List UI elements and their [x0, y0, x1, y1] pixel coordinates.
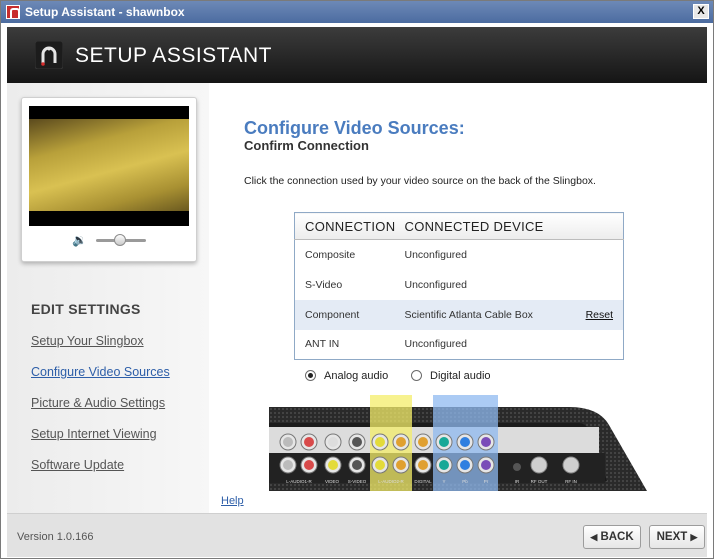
left-panel: 🔉 EDIT SETTINGS Setup Your Slingbox Conf… [7, 83, 209, 513]
table-row-component[interactable]: Component Scientific Atlanta Cable Box R… [294, 299, 624, 330]
port-label: L-AUDIO2-R [378, 479, 404, 484]
connection-cell: Component [294, 299, 405, 330]
video-screen [29, 106, 189, 226]
port-bottom-9[interactable] [481, 460, 491, 470]
port-top-4[interactable] [375, 437, 385, 447]
table-row-composite[interactable]: Composite Unconfigured [295, 240, 624, 270]
nav-picture-audio-settings[interactable]: Picture & Audio Settings [31, 396, 165, 410]
setup-assistant-window: Setup Assistant - shawnbox X SETUP ASSIS… [0, 0, 714, 559]
nav-configure-video-sources[interactable]: Configure Video Sources [31, 365, 170, 379]
port-label: L-AUDIO1-R [286, 479, 312, 484]
port-top-3[interactable] [352, 437, 362, 447]
port-bottom-6[interactable] [418, 460, 428, 470]
device-cell: Unconfigured [404, 338, 467, 351]
port-bottom-0[interactable] [283, 460, 293, 470]
version-label: Version 1.0.166 [17, 531, 94, 543]
port-top-5[interactable] [396, 437, 406, 447]
back-button-label: BACK [600, 531, 634, 543]
column-header-connection: CONNECTION [294, 212, 405, 240]
port-bottom-2[interactable] [328, 460, 338, 470]
table-header-row: CONNECTION CONNECTED DEVICE [294, 212, 624, 240]
video-preview: 🔉 [21, 97, 197, 262]
table-row-ant-in[interactable]: ANT IN Unconfigured [295, 330, 624, 360]
help-link[interactable]: Help [221, 495, 244, 507]
rf-out-port[interactable] [530, 456, 548, 474]
volume-slider-knob[interactable] [114, 234, 126, 246]
port-labels: L-AUDIO1-R VIDEO S-VIDEO L-AUDIO2-R DIGITAL Y… [286, 479, 577, 484]
port-label: VIDEO [325, 479, 340, 484]
port-top-2[interactable] [328, 437, 338, 447]
back-button[interactable]: ◀ BACK [583, 525, 641, 549]
connection-cell: S-Video [305, 278, 343, 291]
next-button[interactable]: NEXT ▶ [649, 525, 705, 549]
speaker-icon[interactable]: 🔉 [72, 234, 87, 246]
port-top-8[interactable] [460, 437, 470, 447]
device-cell: Unconfigured [404, 248, 467, 261]
port-label: IR [515, 479, 520, 484]
port-top-1[interactable] [304, 437, 314, 447]
nav-setup-internet-viewing[interactable]: Setup Internet Viewing [31, 427, 157, 441]
video-frame [29, 119, 189, 211]
port-bottom-3[interactable] [352, 460, 362, 470]
port-label: Y [442, 479, 445, 484]
port-top-7[interactable] [439, 437, 449, 447]
slingbox-app-icon [6, 5, 20, 19]
nav-setup-your-slingbox[interactable]: Setup Your Slingbox [31, 334, 144, 348]
digital-audio-label: Digital audio [430, 370, 491, 382]
column-header-connected-device: CONNECTED DEVICE [404, 212, 624, 240]
rf-in-port[interactable] [562, 456, 580, 474]
action-cell [564, 240, 624, 270]
action-cell [564, 330, 624, 360]
instruction-text: Click the connection used by your video … [244, 175, 596, 187]
port-label: RF IN [565, 479, 577, 484]
connection-cell: ANT IN [305, 338, 340, 351]
digital-audio-radio[interactable] [411, 370, 422, 381]
port-bottom-4[interactable] [375, 460, 385, 470]
action-cell [564, 270, 624, 300]
port-top-9[interactable] [481, 437, 491, 447]
page-title: Configure Video Sources: [244, 118, 465, 138]
port-label: DIGITAL [414, 479, 432, 484]
footer: Version 1.0.166 ◀ BACK NEXT ▶ [7, 513, 707, 557]
port-label: RF OUT [531, 479, 548, 484]
close-button[interactable]: X [693, 4, 709, 19]
port-label: Pr [484, 479, 489, 484]
port-label: S-VIDEO [348, 479, 367, 484]
analog-audio-radio[interactable] [305, 370, 316, 381]
port-bottom-7[interactable] [439, 460, 449, 470]
next-button-label: NEXT [656, 531, 688, 543]
port-label: Pb [462, 479, 468, 484]
port-top-6[interactable] [418, 437, 428, 447]
connection-cell: Composite [305, 248, 356, 261]
slingbox-back-panel: L-AUDIO1-R VIDEO S-VIDEO L-AUDIO2-R DIGITAL Y… [269, 395, 647, 491]
device-cell: Scientific Atlanta Cable Box [404, 299, 564, 330]
ir-port[interactable] [513, 463, 521, 471]
header-banner: SETUP ASSISTANT [7, 27, 707, 83]
window-title: Setup Assistant - shawnbox [25, 5, 185, 19]
edit-settings-heading: EDIT SETTINGS [31, 301, 141, 317]
analog-audio-label: Analog audio [324, 370, 389, 382]
port-top-0[interactable] [283, 437, 293, 447]
header-title: SETUP ASSISTANT [75, 44, 272, 67]
slingbox-logo-icon [35, 41, 63, 69]
back-arrow-icon: ◀ [590, 532, 598, 542]
connection-table: CONNECTION CONNECTED DEVICE Composite Un… [294, 212, 624, 360]
device-cell: Unconfigured [404, 278, 467, 291]
port-bottom-1[interactable] [304, 460, 314, 470]
table-row-s-video[interactable]: S-Video Unconfigured [295, 270, 624, 300]
port-bottom-5[interactable] [396, 460, 406, 470]
reset-link[interactable]: Reset [563, 299, 624, 330]
port-bottom-8[interactable] [460, 460, 470, 470]
next-arrow-icon: ▶ [690, 532, 698, 542]
title-bar: Setup Assistant - shawnbox X [1, 1, 713, 23]
volume-control: 🔉 [72, 234, 152, 246]
page-subtitle: Confirm Connection [244, 138, 369, 153]
nav-software-update[interactable]: Software Update [31, 458, 124, 472]
